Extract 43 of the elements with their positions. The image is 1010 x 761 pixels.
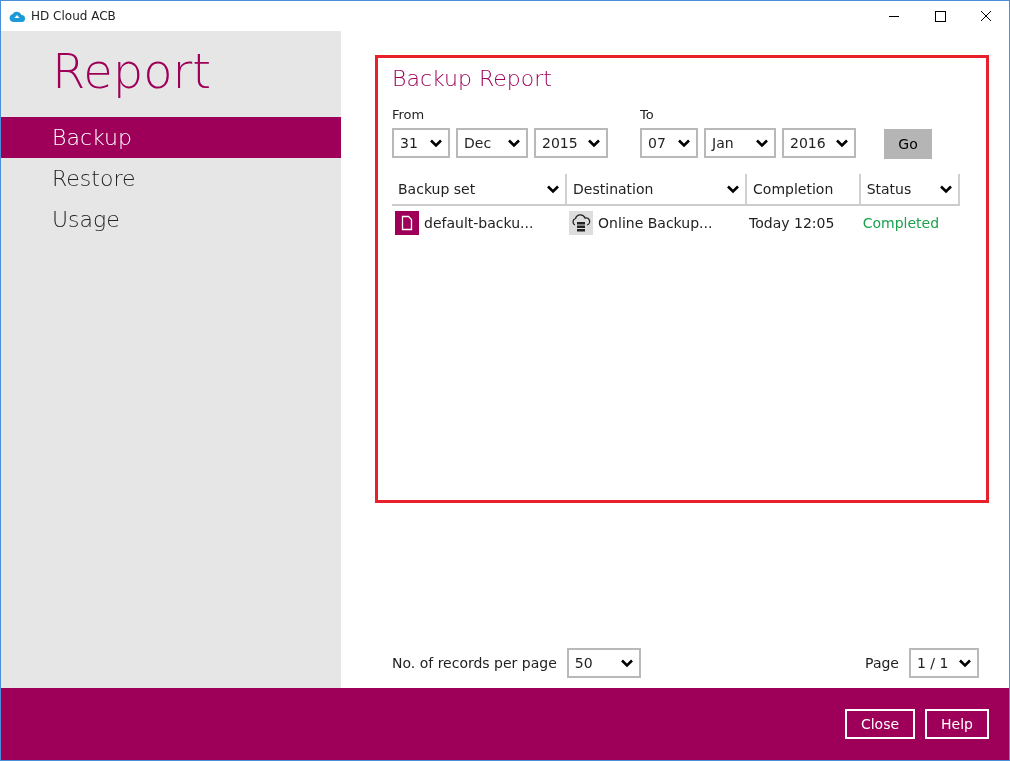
day-dropdown[interactable]: 31 bbox=[392, 128, 450, 158]
footer-button[interactable]: Close bbox=[844, 709, 916, 739]
caret-icon bbox=[508, 138, 520, 148]
status-text: Completed bbox=[859, 205, 959, 240]
table-cell: Online Backup... bbox=[566, 205, 747, 240]
caret-icon bbox=[588, 138, 600, 148]
caret-icon bbox=[620, 658, 633, 668]
sidebar-heading: Report bbox=[52, 43, 213, 99]
column-header[interactable]: Backup set bbox=[392, 174, 567, 205]
sidebar-item[interactable]: Restore bbox=[1, 158, 341, 199]
caret-icon bbox=[678, 138, 690, 148]
year-dropdown[interactable]: 2015 bbox=[534, 128, 608, 158]
footer-button[interactable]: Help bbox=[925, 709, 989, 739]
page-dropdown[interactable]: 1 / 1 bbox=[909, 648, 979, 678]
column-header[interactable]: Completion bbox=[746, 174, 860, 205]
year-dropdown[interactable]: 2016 bbox=[782, 128, 856, 158]
sidebar-item[interactable]: Usage bbox=[1, 199, 341, 240]
report-title: Backup Report bbox=[392, 66, 553, 91]
sidebar-item[interactable]: Backup bbox=[1, 117, 341, 158]
caret-icon bbox=[547, 184, 560, 194]
caret-icon bbox=[430, 138, 442, 148]
caret-icon bbox=[756, 138, 768, 148]
records-dropdown[interactable]: 50 bbox=[566, 648, 641, 678]
table-cell: Today 12:05 bbox=[746, 205, 860, 240]
window-title: HD Cloud ACB bbox=[31, 9, 117, 23]
page-label: Page bbox=[865, 655, 899, 671]
month-dropdown[interactable]: Jan bbox=[704, 128, 776, 158]
day-dropdown[interactable]: 07 bbox=[640, 128, 698, 158]
column-header[interactable]: Destination bbox=[566, 174, 747, 205]
caret-icon bbox=[727, 184, 740, 194]
go-button[interactable]: Go bbox=[884, 129, 932, 159]
cloud-server-icon bbox=[569, 211, 594, 235]
column-header[interactable]: Status bbox=[859, 174, 959, 205]
month-dropdown[interactable]: Dec bbox=[456, 128, 528, 158]
records-label: No. of records per page bbox=[392, 655, 557, 671]
cloud-icon bbox=[9, 10, 25, 22]
to-label: To bbox=[640, 107, 655, 122]
caret-icon bbox=[940, 184, 952, 194]
document-icon bbox=[395, 211, 419, 235]
table-cell: default-backu... bbox=[392, 205, 567, 240]
from-label: From bbox=[392, 107, 426, 122]
caret-icon bbox=[836, 138, 848, 148]
caret-icon bbox=[959, 658, 971, 668]
